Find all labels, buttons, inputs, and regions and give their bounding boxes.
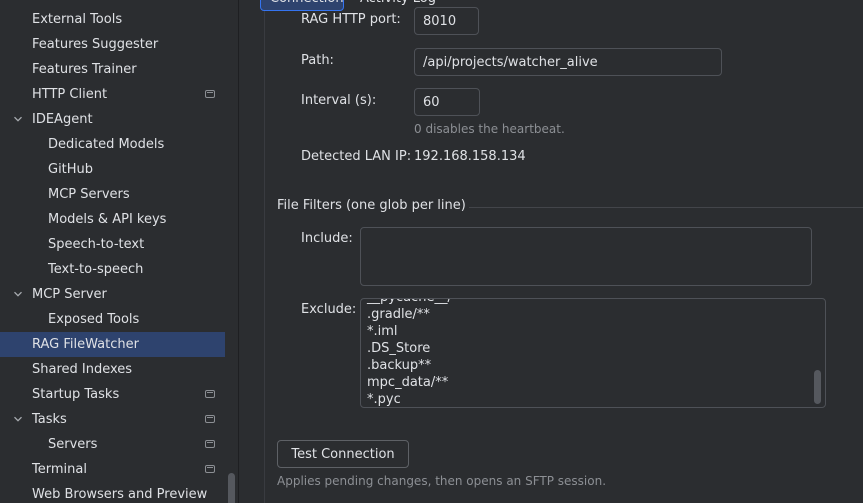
path-field[interactable] [414,48,722,76]
lan-ip-value: 192.168.158.134 [414,149,526,164]
project-level-icon [205,390,215,398]
exclude-textarea[interactable]: __pycache__/ .gradle/** *.iml .DS_Store .bac… [360,298,826,408]
sidebar-item-rag-filewatcher[interactable]: RAG FileWatcher [0,332,225,357]
sidebar-item-text-to-speech[interactable]: Text-to-speech [0,257,225,282]
sidebar-scrollbar[interactable] [228,473,235,503]
sidebar-item-label: Models & API keys [48,212,167,227]
exclude-line: mpc_data/** [367,375,449,390]
sidebar-item-github[interactable]: GitHub [0,157,225,182]
sidebar-item-ideagent[interactable]: IDEAgent [0,107,225,132]
sidebar-item-label: Web Browsers and Preview [32,487,208,502]
exclude-line: __pycache__/ [367,299,452,305]
sidebar-item-label: Speech-to-text [48,237,145,252]
sidebar-item-startup-tasks[interactable]: Startup Tasks [0,382,225,407]
sidebar-item-servers[interactable]: Servers [0,432,225,457]
sidebar-item-label: MCP Servers [48,187,130,202]
tab-connection[interactable]: Connection [260,0,344,11]
sidebar-item-terminal[interactable]: Terminal [0,457,225,482]
sidebar-item-label: Exposed Tools [48,312,140,327]
chevron-down-icon[interactable] [12,113,24,125]
sidebar-item-shared-indexes[interactable]: Shared Indexes [0,357,225,382]
include-textarea[interactable] [360,227,812,286]
exclude-scrollbar[interactable] [814,370,821,404]
exclude-line: *.pyc [367,392,401,407]
sidebar-item-speech-to-text[interactable]: Speech-to-text [0,232,225,257]
sidebar-item-mcp-servers[interactable]: MCP Servers [0,182,225,207]
sidebar-item-models-api-keys[interactable]: Models & API keys [0,207,225,232]
sidebar-item-label: Tasks [32,412,67,427]
port-label: RAG HTTP port: [301,12,401,27]
exclude-line: .gradle/** [367,307,430,322]
interval-hint: 0 disables the heartbeat. [414,122,565,136]
sidebar-item-label: MCP Server [32,287,107,302]
sidebar-item-label: Features Suggester [32,37,159,52]
path-label: Path: [301,53,334,68]
project-level-icon [205,90,215,98]
sidebar-item-label: Dedicated Models [48,137,165,152]
chevron-down-icon[interactable] [12,288,24,300]
sidebar-item-label: Text-to-speech [48,262,144,277]
sidebar-item-exposed-tools[interactable]: Exposed Tools [0,307,225,332]
port-field[interactable] [414,7,479,35]
project-level-icon [205,415,215,423]
section-separator [469,207,863,208]
exclude-line: *.iml [367,324,398,339]
settings-sidebar: External Tools Features Suggester Features… [0,0,238,503]
sidebar-item-label: External Tools [32,12,123,27]
lan-ip-label: Detected LAN IP: [301,149,412,164]
sidebar-item-label: Shared Indexes [32,362,133,377]
settings-content: Connection Activity Log RAG HTTP port: P… [239,0,863,503]
sidebar-item-dedicated-models[interactable]: Dedicated Models [0,132,225,157]
sidebar-item-external-tools[interactable]: External Tools [0,7,225,32]
sidebar-item-label: IDEAgent [32,112,93,127]
sidebar-item-label: Servers [48,437,98,452]
sidebar-item-label: Terminal [32,462,87,477]
sidebar-item-label: HTTP Client [32,87,108,102]
test-connection-button[interactable]: Test Connection [277,440,409,468]
include-label: Include: [301,231,353,246]
interval-label: Interval (s): [301,93,377,108]
project-level-icon [205,440,215,448]
exclude-label: Exclude: [301,302,357,317]
interval-field[interactable] [414,88,480,116]
test-connection-hint: Applies pending changes, then opens an S… [277,474,607,488]
sidebar-item-label: GitHub [48,162,94,177]
exclude-line: .backup** [367,358,432,373]
sidebar-item-features-suggester[interactable]: Features Suggester [0,32,225,57]
file-filters-title: File Filters (one glob per line) [277,198,466,213]
sidebar-item-label: Features Trainer [32,62,137,77]
chevron-down-icon[interactable] [12,413,24,425]
sidebar-item-http-client[interactable]: HTTP Client [0,82,225,107]
project-level-icon [205,465,215,473]
sidebar-item-mcp-server[interactable]: MCP Server [0,282,225,307]
sidebar-item-tasks[interactable]: Tasks [0,407,225,432]
sidebar-item-label: RAG FileWatcher [32,337,139,352]
exclude-line: .DS_Store [367,341,431,356]
sidebar-item-web-browsers-and-preview[interactable]: Web Browsers and Preview [0,482,225,503]
sidebar-item-features-trainer[interactable]: Features Trainer [0,57,225,82]
panel-border [264,0,265,503]
sidebar-item-label: Startup Tasks [32,387,120,402]
